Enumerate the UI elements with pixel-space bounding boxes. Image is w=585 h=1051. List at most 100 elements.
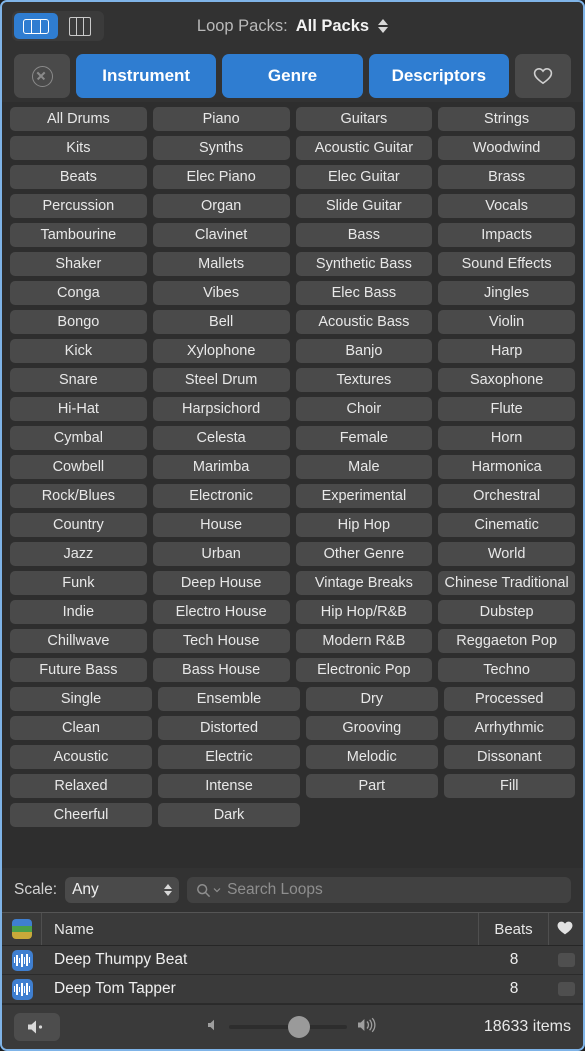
tag-country[interactable]: Country xyxy=(10,513,147,537)
scale-dropdown[interactable]: Any xyxy=(65,877,180,903)
tag-electronic-pop[interactable]: Electronic Pop xyxy=(295,658,433,682)
tag-harp[interactable]: Harp xyxy=(438,339,575,363)
tag-techno[interactable]: Techno xyxy=(438,658,575,682)
tag-ensemble[interactable]: Ensemble xyxy=(158,687,300,711)
tag-clean[interactable]: Clean xyxy=(10,716,152,740)
tag-synths[interactable]: Synths xyxy=(152,136,290,160)
loop-packs-value[interactable]: All Packs xyxy=(296,17,369,36)
tag-all-drums[interactable]: All Drums xyxy=(10,107,147,131)
tag-jingles[interactable]: Jingles xyxy=(438,281,575,305)
favorite-checkbox[interactable] xyxy=(557,982,575,996)
table-row[interactable]: Deep Tom Tapper 8 xyxy=(2,975,583,1004)
tag-sound-effects[interactable]: Sound Effects xyxy=(438,252,575,276)
column-header-kind[interactable] xyxy=(2,913,42,945)
tag-grooving[interactable]: Grooving xyxy=(306,716,438,740)
tag-single[interactable]: Single xyxy=(10,687,152,711)
tag-bass[interactable]: Bass xyxy=(295,223,433,247)
tag-vibes[interactable]: Vibes xyxy=(152,281,290,305)
tag-orchestral[interactable]: Orchestral xyxy=(438,484,575,508)
tag-electronic[interactable]: Electronic xyxy=(152,484,290,508)
tag-celesta[interactable]: Celesta xyxy=(152,426,290,450)
tag-vocals[interactable]: Vocals xyxy=(438,194,575,218)
search-input[interactable]: Search Loops xyxy=(187,877,571,903)
chevron-updown-icon[interactable] xyxy=(378,19,389,33)
tag-urban[interactable]: Urban xyxy=(152,542,290,566)
results-list[interactable]: Deep Thumpy Beat 8 Deep Tom Tapper 8 xyxy=(2,946,583,1004)
tag-modern-r-b[interactable]: Modern R&B xyxy=(295,629,433,653)
tag-xylophone[interactable]: Xylophone xyxy=(152,339,290,363)
tag-arrhythmic[interactable]: Arrhythmic xyxy=(443,716,575,740)
tag-melodic[interactable]: Melodic xyxy=(306,745,438,769)
tag-bell[interactable]: Bell xyxy=(152,310,290,334)
tag-experimental[interactable]: Experimental xyxy=(295,484,433,508)
tag-male[interactable]: Male xyxy=(295,455,433,479)
tag-piano[interactable]: Piano xyxy=(152,107,290,131)
tag-percussion[interactable]: Percussion xyxy=(10,194,147,218)
column-header-favorite[interactable] xyxy=(549,913,583,945)
volume-slider-knob[interactable] xyxy=(288,1016,311,1038)
tag-house[interactable]: House xyxy=(152,513,290,537)
filter-button-descriptors[interactable]: Descriptors xyxy=(368,54,509,98)
view-toggle-group[interactable] xyxy=(12,11,104,41)
tag-hip-hop-r-b[interactable]: Hip Hop/R&B xyxy=(295,600,433,624)
reset-filters-button[interactable] xyxy=(14,54,70,98)
row-favorite-cell[interactable] xyxy=(549,953,583,967)
tag-beats[interactable]: Beats xyxy=(10,165,147,189)
tag-impacts[interactable]: Impacts xyxy=(438,223,575,247)
tag-fill[interactable]: Fill xyxy=(443,774,575,798)
tag-part[interactable]: Part xyxy=(306,774,438,798)
tag-synthetic-bass[interactable]: Synthetic Bass xyxy=(295,252,433,276)
filter-button-genre[interactable]: Genre xyxy=(222,54,363,98)
row-favorite-cell[interactable] xyxy=(549,982,583,996)
tag-shaker[interactable]: Shaker xyxy=(10,252,147,276)
tag-relaxed[interactable]: Relaxed xyxy=(10,774,152,798)
tag-dry[interactable]: Dry xyxy=(306,687,438,711)
tag-future-bass[interactable]: Future Bass xyxy=(10,658,147,682)
tag-steel-drum[interactable]: Steel Drum xyxy=(152,368,290,392)
tag-slide-guitar[interactable]: Slide Guitar xyxy=(295,194,433,218)
tag-flute[interactable]: Flute xyxy=(438,397,575,421)
table-row[interactable]: Deep Thumpy Beat 8 xyxy=(2,946,583,975)
tag-dark[interactable]: Dark xyxy=(158,803,300,827)
tag-woodwind[interactable]: Woodwind xyxy=(438,136,575,160)
tag-brass[interactable]: Brass xyxy=(438,165,575,189)
tag-bongo[interactable]: Bongo xyxy=(10,310,147,334)
tag-hi-hat[interactable]: Hi-Hat xyxy=(10,397,147,421)
tag-saxophone[interactable]: Saxophone xyxy=(438,368,575,392)
tag-cowbell[interactable]: Cowbell xyxy=(10,455,147,479)
tag-dubstep[interactable]: Dubstep xyxy=(438,600,575,624)
tag-mallets[interactable]: Mallets xyxy=(152,252,290,276)
tag-vintage-breaks[interactable]: Vintage Breaks xyxy=(295,571,433,595)
tag-cinematic[interactable]: Cinematic xyxy=(438,513,575,537)
favorites-filter-button[interactable] xyxy=(514,54,571,98)
tag-acoustic[interactable]: Acoustic xyxy=(10,745,152,769)
tag-choir[interactable]: Choir xyxy=(295,397,433,421)
tag-dissonant[interactable]: Dissonant xyxy=(443,745,575,769)
tag-horn[interactable]: Horn xyxy=(438,426,575,450)
tag-distorted[interactable]: Distorted xyxy=(158,716,300,740)
tag-conga[interactable]: Conga xyxy=(10,281,147,305)
tag-clavinet[interactable]: Clavinet xyxy=(152,223,290,247)
tag-banjo[interactable]: Banjo xyxy=(295,339,433,363)
tag-elec-piano[interactable]: Elec Piano xyxy=(152,165,290,189)
tag-hip-hop[interactable]: Hip Hop xyxy=(295,513,433,537)
tag-violin[interactable]: Violin xyxy=(438,310,575,334)
tag-textures[interactable]: Textures xyxy=(295,368,433,392)
tag-strings[interactable]: Strings xyxy=(438,107,575,131)
tag-acoustic-guitar[interactable]: Acoustic Guitar xyxy=(295,136,433,160)
tag-bass-house[interactable]: Bass House xyxy=(152,658,290,682)
filter-button-instrument[interactable]: Instrument xyxy=(76,54,217,98)
tag-electro-house[interactable]: Electro House xyxy=(152,600,290,624)
tag-world[interactable]: World xyxy=(438,542,575,566)
tag-tambourine[interactable]: Tambourine xyxy=(10,223,147,247)
tag-chinese-traditional[interactable]: Chinese Traditional xyxy=(438,571,575,595)
tag-jazz[interactable]: Jazz xyxy=(10,542,147,566)
tag-other-genre[interactable]: Other Genre xyxy=(295,542,433,566)
column-header-name[interactable]: Name xyxy=(42,913,479,945)
column-header-beats[interactable]: Beats xyxy=(479,913,549,945)
tag-harpsichord[interactable]: Harpsichord xyxy=(152,397,290,421)
favorite-checkbox[interactable] xyxy=(557,953,575,967)
tag-intense[interactable]: Intense xyxy=(158,774,300,798)
tag-kits[interactable]: Kits xyxy=(10,136,147,160)
tag-organ[interactable]: Organ xyxy=(152,194,290,218)
